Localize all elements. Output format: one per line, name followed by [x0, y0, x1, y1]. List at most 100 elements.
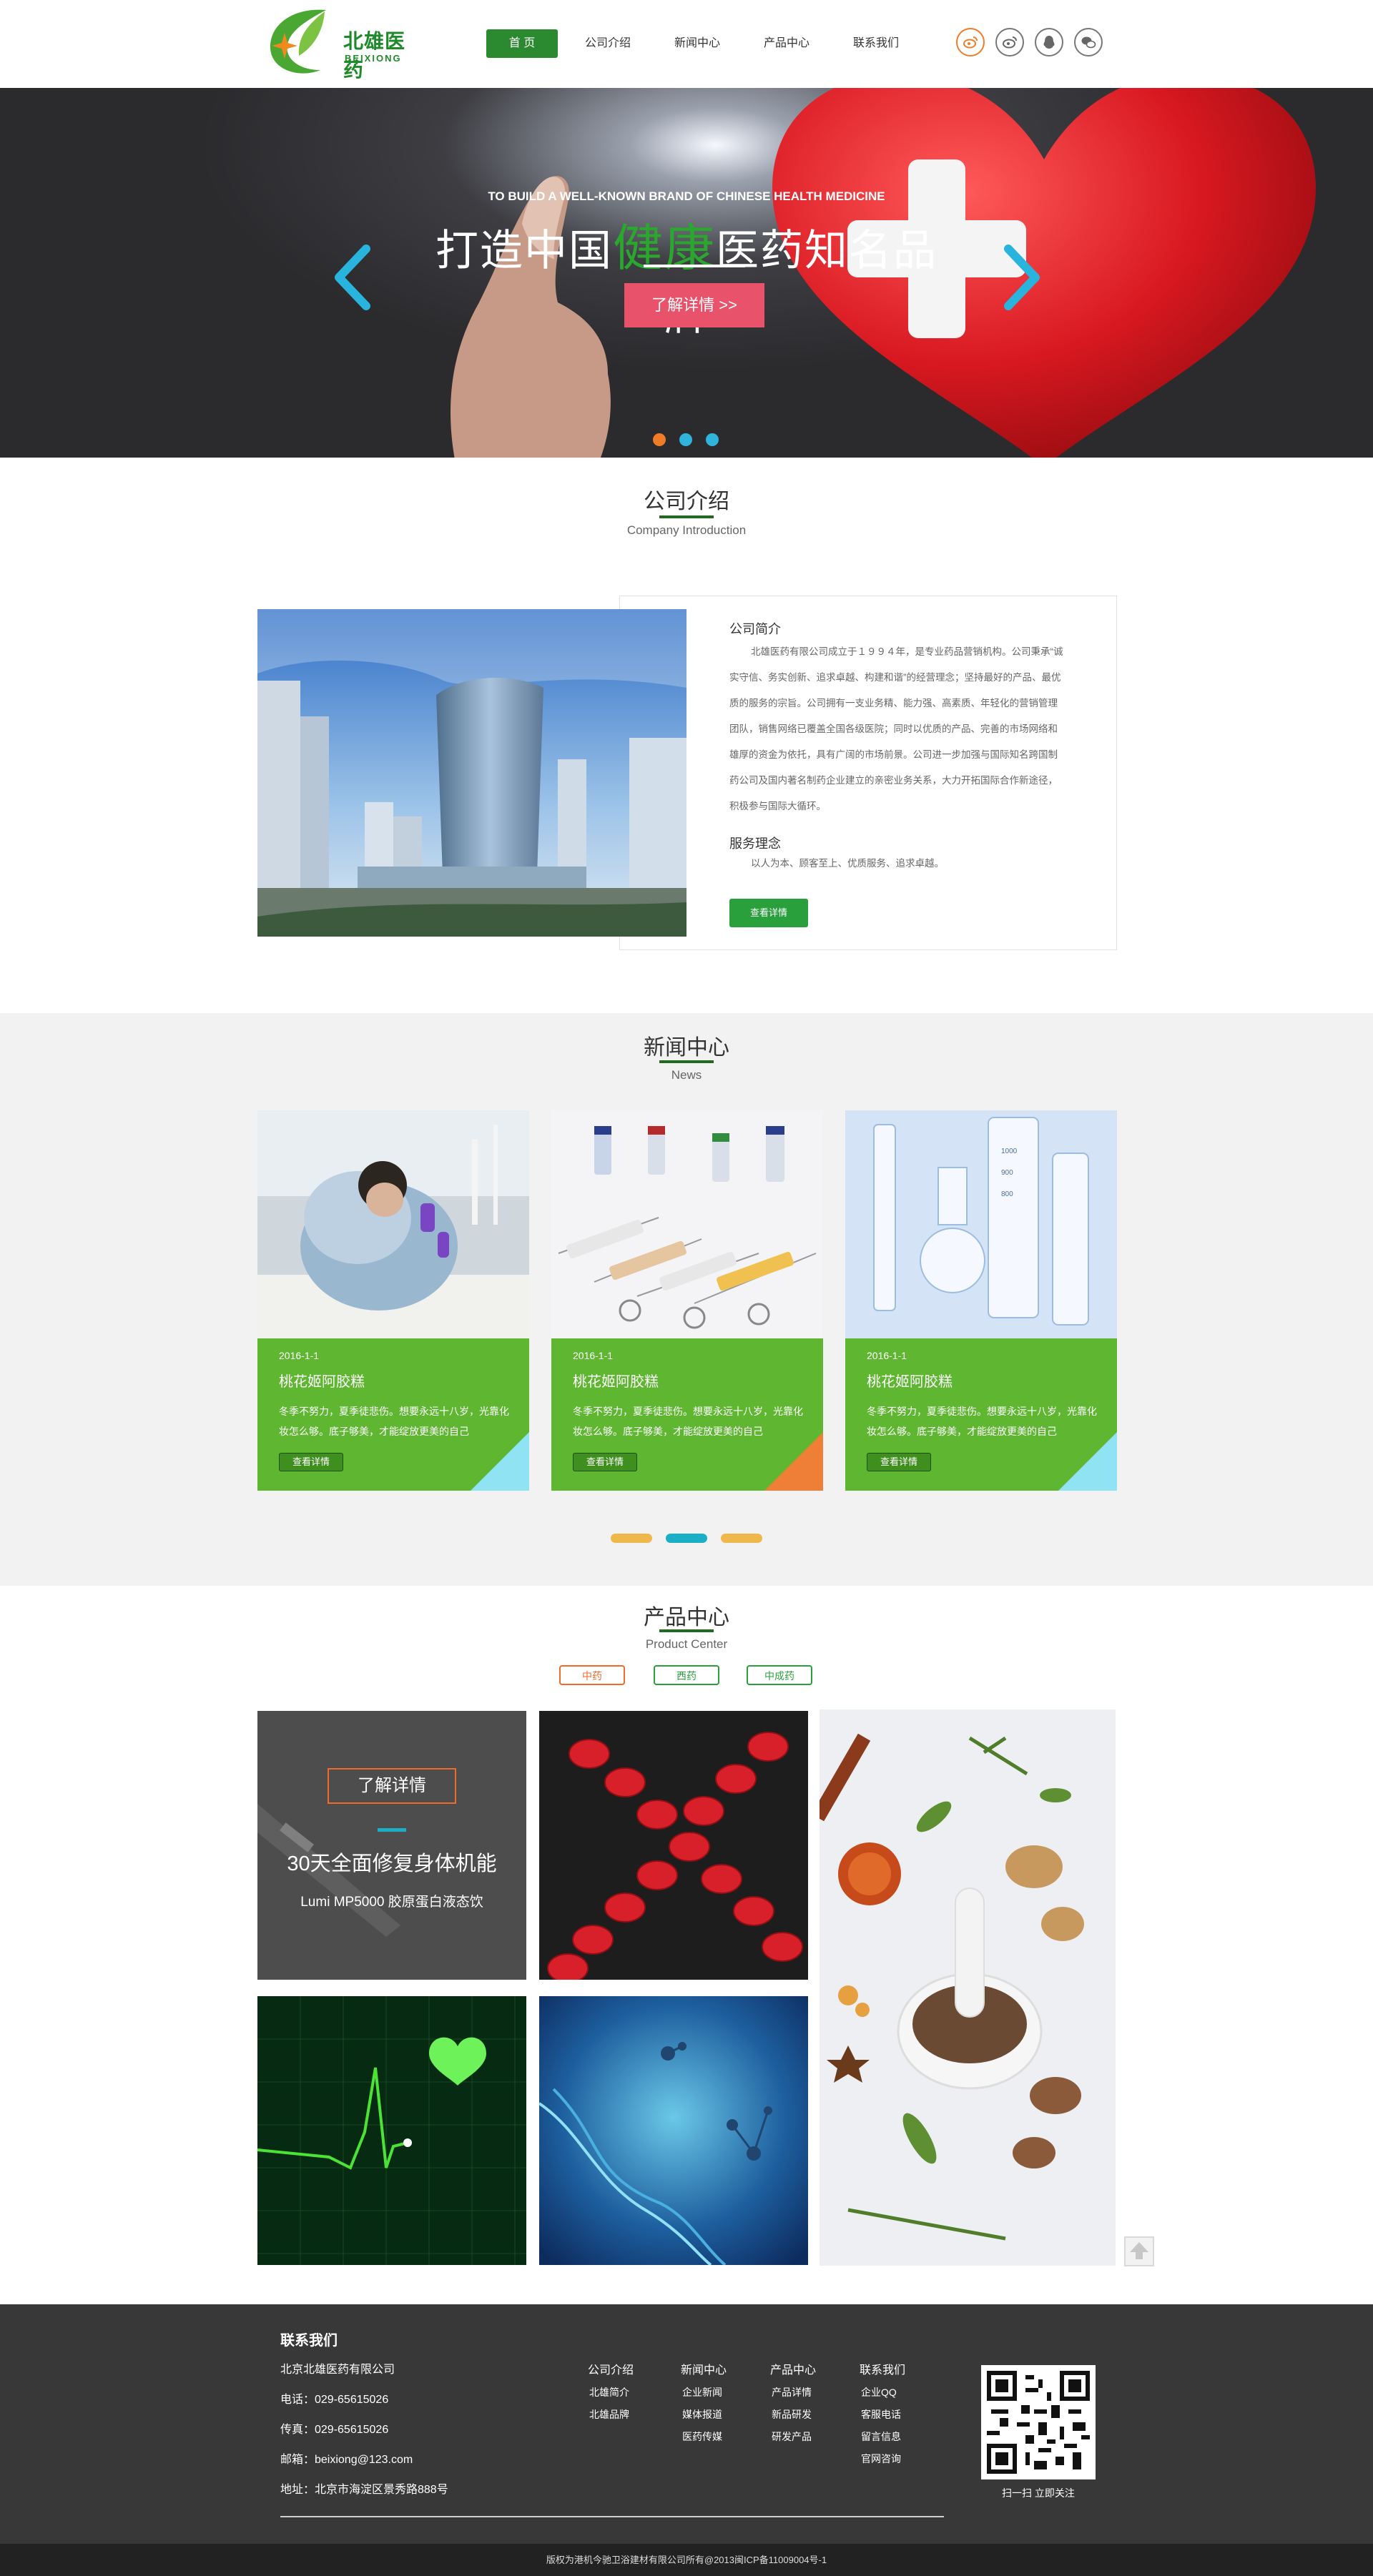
banner-dot-3[interactable] [706, 433, 719, 446]
nav-news[interactable]: 新闻中心 [661, 29, 733, 58]
qq-icon[interactable] [1035, 28, 1063, 56]
news-image-syringes [551, 1110, 823, 1338]
news-card[interactable]: 2016-1-1 桃花姬阿胶糕 冬季不努力，夏季徒悲伤。想要永远十八岁，光靠化妆… [551, 1110, 823, 1491]
products-title-underline [659, 1629, 714, 1632]
banner-dot-2[interactable] [679, 433, 692, 446]
news-more-button[interactable]: 查看详情 [867, 1453, 931, 1471]
news-date: 2016-1-1 [279, 1350, 320, 1361]
news-card[interactable]: 1000 900 800 2016-1-1 桃花姬阿胶糕 冬季不努力，夏季徒悲伤。想… [845, 1110, 1117, 1491]
news-card-body: 2016-1-1 桃花姬阿胶糕 冬季不努力，夏季徒悲伤。想要永远十八岁，光靠化妆… [845, 1338, 1117, 1491]
product-heartbeat-image[interactable] [257, 1996, 526, 2265]
footer-col-contact-head[interactable]: 联系我们 [860, 2360, 905, 2377]
news-card-body: 2016-1-1 桃花姬阿胶糕 冬季不努力，夏季徒悲伤。想要永远十八岁，光靠化妆… [551, 1338, 823, 1491]
news-card[interactable]: 2016-1-1 桃花姬阿胶糕 冬季不努力，夏季徒悲伤。想要永远十八岁，光靠化妆… [257, 1110, 529, 1491]
footer-link[interactable]: 北雄品牌 [589, 2407, 629, 2422]
tencent-weibo-icon[interactable] [995, 28, 1024, 56]
footer-contact-title: 联系我们 [280, 2333, 338, 2349]
logo[interactable]: 北雄医药 BEIXIONG [263, 4, 420, 83]
news-pager-3[interactable] [721, 1534, 762, 1543]
footer-link[interactable]: 研发产品 [772, 2429, 812, 2444]
footer-link[interactable]: 新品研发 [772, 2407, 812, 2422]
card-corner-decor [764, 1432, 823, 1491]
footer-col-news-head[interactable]: 新闻中心 [681, 2360, 727, 2377]
qr-code [981, 2365, 1096, 2479]
svg-text:800: 800 [1001, 1190, 1013, 1198]
nav-company[interactable]: 公司介绍 [572, 29, 644, 58]
footer-divider [280, 2516, 944, 2517]
tab-chinese-medicine[interactable]: 中药 [559, 1665, 625, 1685]
news-more-button[interactable]: 查看详情 [279, 1453, 343, 1471]
footer-link[interactable]: 媒体报道 [682, 2407, 722, 2422]
footer-link[interactable]: 企业新闻 [682, 2385, 722, 2399]
arrow-up-icon [1130, 2242, 1148, 2259]
product-feature-tile[interactable]: 了解详情 30天全面修复身体机能 Lumi MP5000 胶原蛋白液态饮 [257, 1711, 526, 1980]
product-dna-image[interactable] [539, 1996, 808, 2265]
scroll-top-button[interactable] [1124, 2236, 1154, 2266]
feature-title: 30天全面修复身体机能 [287, 1852, 497, 1875]
product-herbs-image[interactable] [820, 1709, 1116, 2266]
qr-caption: 扫一扫 立即关注 [1002, 2487, 1075, 2499]
footer-link[interactable]: 客服电话 [861, 2407, 901, 2422]
leaf-logo-icon [270, 9, 326, 74]
footer-link[interactable]: 医药传媒 [682, 2429, 722, 2444]
site-header: 北雄医药 BEIXIONG 首 页 公司介绍 新闻中心 产品中心 联系我们 [0, 0, 1373, 88]
svg-text:1000: 1000 [1001, 1148, 1018, 1155]
company-section-subtitle: Company Introduction [626, 523, 747, 537]
footer-col-products-head[interactable]: 产品中心 [770, 2360, 816, 2377]
news-more-button[interactable]: 查看详情 [573, 1453, 637, 1471]
news-title-underline [659, 1060, 714, 1063]
footer-link[interactable]: 企业QQ [861, 2385, 897, 2399]
banner-dot-1[interactable] [653, 433, 666, 446]
banner-details-button[interactable]: 了解详情 >> [624, 283, 764, 327]
banner-english-slogan: TO BUILD A WELL-KNOWN BRAND OF CHINESE H… [488, 189, 885, 203]
news-image-lab [257, 1110, 529, 1338]
footer-col-company-head[interactable]: 公司介绍 [588, 2360, 634, 2377]
nav-contact[interactable]: 联系我们 [840, 29, 912, 58]
news-pager-2[interactable] [666, 1534, 707, 1543]
slogan-highlight: 健康 [613, 220, 716, 276]
product-pills-image[interactable] [539, 1711, 808, 1980]
site-footer: 联系我们 北京北雄医药有限公司 电话：029-65615026 传真：029-6… [0, 2304, 1373, 2544]
company-building-image [257, 609, 686, 937]
nav-home[interactable]: 首 页 [486, 29, 558, 58]
card-corner-decor [1058, 1432, 1117, 1491]
news-date: 2016-1-1 [573, 1350, 614, 1361]
footer-email: 邮箱：beixiong@123.com [280, 2454, 413, 2466]
footer-link[interactable]: 产品详情 [772, 2385, 812, 2399]
footer-company-name: 北京北雄医药有限公司 [280, 2364, 395, 2376]
tab-western-medicine[interactable]: 西药 [654, 1665, 719, 1685]
weibo-icon[interactable] [956, 28, 985, 56]
hero-banner: TO BUILD A WELL-KNOWN BRAND OF CHINESE H… [0, 88, 1373, 458]
feature-details-button[interactable]: 了解详情 [328, 1768, 456, 1804]
feature-divider [378, 1828, 406, 1832]
company-details-button[interactable]: 查看详情 [729, 899, 808, 927]
news-pager-1[interactable] [611, 1534, 652, 1543]
footer-fax: 传真：029-65615026 [280, 2424, 389, 2436]
news-title[interactable]: 桃花姬阿胶糕 [573, 1370, 659, 1391]
news-section-subtitle: News [671, 1068, 702, 1082]
footer-phone: 电话：029-65615026 [280, 2394, 389, 2406]
news-title[interactable]: 桃花姬阿胶糕 [279, 1370, 365, 1391]
card-corner-decor [471, 1432, 529, 1491]
news-date: 2016-1-1 [867, 1350, 907, 1361]
company-title-underline [659, 515, 714, 518]
chevron-right-icon[interactable] [1001, 242, 1044, 313]
nav-products[interactable]: 产品中心 [751, 29, 822, 58]
tab-proprietary-medicine[interactable]: 中成药 [747, 1665, 812, 1685]
service-philosophy-heading: 服务理念 [729, 837, 781, 851]
footer-address: 地址：北京市海淀区景秀路888号 [280, 2484, 448, 2496]
copyright-bar: 版权为港机今驰卫浴建材有限公司所有@2013闽ICP备11009004号-1 [0, 2544, 1373, 2576]
wechat-icon[interactable] [1074, 28, 1103, 56]
products-section-title: 产品中心 [644, 1606, 729, 1629]
service-philosophy-text: 以人为本、顾客至上、优质服务、追求卓越。 [751, 858, 944, 869]
feature-subtitle: Lumi MP5000 胶原蛋白液态饮 [300, 1895, 483, 1910]
footer-link[interactable]: 留言信息 [861, 2429, 901, 2444]
news-section-title: 新闻中心 [644, 1036, 729, 1060]
news-title[interactable]: 桃花姬阿胶糕 [867, 1370, 953, 1391]
company-profile-text: 北雄医药有限公司成立于１９９４年，是专业药品营销机构。公司秉承“诚实守信、务实创… [729, 646, 1063, 811]
footer-link[interactable]: 北雄简介 [589, 2385, 629, 2399]
footer-link[interactable]: 官网咨询 [861, 2452, 901, 2466]
chevron-left-icon[interactable] [330, 242, 373, 313]
news-card-body: 2016-1-1 桃花姬阿胶糕 冬季不努力，夏季徒悲伤。想要永远十八岁，光靠化妆… [257, 1338, 529, 1491]
products-section-subtitle: Product Center [645, 1637, 728, 1651]
